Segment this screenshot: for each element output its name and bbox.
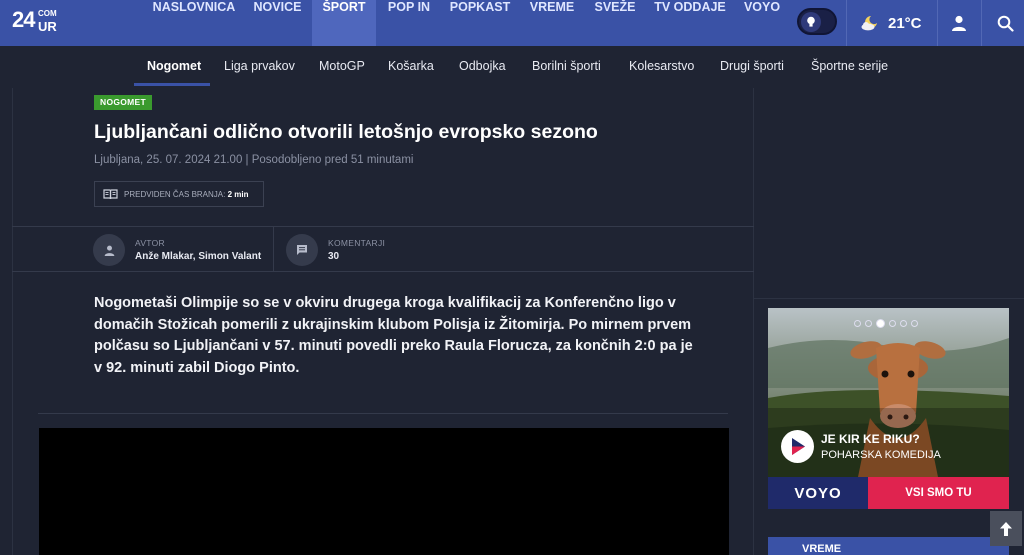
- voyo-play-icon: [792, 438, 805, 455]
- nav-divider: [981, 0, 982, 46]
- partly-cloudy-icon: [861, 16, 877, 31]
- nav-item-voyo[interactable]: VOYO: [736, 0, 788, 46]
- read-time-badge: PREDVIDEN ČAS BRANJA: 2 min: [94, 181, 264, 207]
- carousel-dot[interactable]: [900, 320, 907, 327]
- carousel-dots: [854, 319, 918, 328]
- subnav-item-drugi-sporti[interactable]: Drugi športi: [720, 59, 784, 73]
- voyo-logo[interactable]: VOYO: [768, 477, 868, 509]
- subnav-item-liga-prvakov[interactable]: Liga prvakov: [224, 59, 295, 73]
- author-names[interactable]: Anže Mlakar, Simon Valant: [135, 251, 261, 262]
- comments-count[interactable]: 30: [328, 251, 339, 262]
- carousel-dot[interactable]: [911, 320, 918, 327]
- nav-item-pop-in[interactable]: POP IN: [378, 0, 440, 46]
- comments-label: KOMENTARJI: [328, 238, 386, 248]
- divider: [754, 298, 1024, 299]
- video-player[interactable]: [39, 428, 729, 555]
- divider: [12, 271, 754, 272]
- ad-cta-button[interactable]: VSI SMO TU: [868, 477, 1009, 509]
- weather-widget[interactable]: 21°C: [860, 0, 922, 46]
- nav-item-sveze[interactable]: SVEŽE: [586, 0, 644, 46]
- nav-item-naslovnica[interactable]: NASLOVNICA: [146, 0, 242, 46]
- weather-box-title: VREME: [802, 543, 842, 555]
- user-account-button[interactable]: [937, 0, 981, 46]
- play-button[interactable]: [781, 430, 814, 463]
- nav-divider: [846, 0, 847, 46]
- subnav-item-motogp[interactable]: MotoGP: [319, 59, 365, 73]
- search-icon: [997, 15, 1014, 32]
- subnav-item-odbojka[interactable]: Odbojka: [459, 59, 506, 73]
- weather-temperature: 21°C: [888, 14, 922, 32]
- divider: [12, 226, 754, 227]
- author-avatar: [93, 234, 125, 266]
- arrow-up-icon: [1000, 521, 1012, 536]
- article-lead: Nogometaši Olimpije so se v okviru druge…: [94, 295, 693, 376]
- scroll-to-top-button[interactable]: [990, 511, 1022, 546]
- author-label: AVTOR: [135, 238, 165, 248]
- subnav-item-kolesarstvo[interactable]: Kolesarstvo: [629, 59, 694, 73]
- sub-navigation: Nogomet Liga prvakov MotoGP Košarka Odbo…: [0, 46, 1024, 88]
- top-navigation: 24 COM UR NASLOVNICA NOVICE ŠPORT POP IN…: [0, 0, 1024, 46]
- carousel-dot[interactable]: [854, 320, 861, 327]
- divider: [38, 413, 728, 414]
- user-icon: [952, 15, 966, 31]
- article-title: Ljubljančani odlično otvorili letošnjo e…: [94, 121, 598, 143]
- lightbulb-icon: [807, 16, 815, 27]
- nav-item-popkast[interactable]: POPKAST: [442, 0, 518, 46]
- book-icon: [103, 188, 118, 199]
- site-logo[interactable]: 24 COM UR: [12, 7, 58, 39]
- column-border: [753, 88, 754, 555]
- read-time-value: 2 min: [227, 189, 249, 199]
- ad-title: JE KIR KE RIKU?: [821, 432, 920, 446]
- subnav-item-borilni-sporti[interactable]: Borilni športi: [532, 59, 601, 73]
- toggle-knob: [801, 12, 821, 32]
- article-meta: Ljubljana, 25. 07. 2024 21.00 | Posodobl…: [94, 154, 414, 166]
- category-tag[interactable]: NOGOMET: [94, 95, 153, 110]
- divider: [273, 227, 274, 271]
- dark-mode-toggle[interactable]: [797, 8, 837, 35]
- user-icon: [104, 245, 114, 256]
- comment-icon: [297, 245, 307, 255]
- carousel-dot[interactable]: [865, 320, 872, 327]
- weather-sidebar-box[interactable]: VREME: [768, 537, 1009, 555]
- subnav-item-kosarka[interactable]: Košarka: [388, 59, 434, 73]
- subnav-item-sportne-serije[interactable]: Športne serije: [811, 59, 888, 73]
- subnav-item-nogomet[interactable]: Nogomet: [147, 59, 201, 73]
- search-button[interactable]: [983, 0, 1024, 46]
- read-time-label: PREDVIDEN ČAS BRANJA: 2 min: [124, 189, 249, 199]
- voyo-advertisement[interactable]: JE KIR KE RIKU? POHARSKA KOMEDIJA VOYO V…: [768, 308, 1009, 509]
- carousel-dot[interactable]: [889, 320, 896, 327]
- comments-button[interactable]: [286, 234, 318, 266]
- nav-item-novice[interactable]: NOVICE: [245, 0, 310, 46]
- active-subnav-indicator: [134, 83, 210, 86]
- ad-subtitle: POHARSKA KOMEDIJA: [821, 449, 941, 461]
- carousel-dot-active[interactable]: [876, 319, 885, 328]
- column-border: [12, 88, 13, 555]
- nav-item-tv-oddaje[interactable]: TV ODDAJE: [647, 0, 733, 46]
- nav-item-vreme[interactable]: VREME: [521, 0, 583, 46]
- nav-item-sport[interactable]: ŠPORT: [312, 0, 376, 46]
